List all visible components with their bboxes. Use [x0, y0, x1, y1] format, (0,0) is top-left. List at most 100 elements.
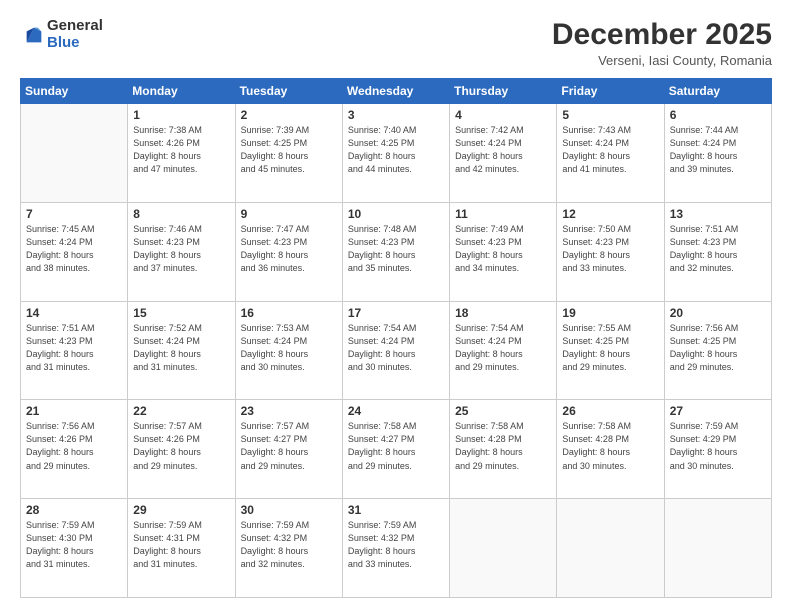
- table-row: 31Sunrise: 7:59 AMSunset: 4:32 PMDayligh…: [342, 499, 449, 598]
- table-row: 12Sunrise: 7:50 AMSunset: 4:23 PMDayligh…: [557, 202, 664, 301]
- day-number: 3: [348, 108, 444, 122]
- day-number: 10: [348, 207, 444, 221]
- day-number: 19: [562, 306, 658, 320]
- col-friday: Friday: [557, 79, 664, 104]
- logo-general-text: General: [47, 18, 103, 35]
- day-info: Sunrise: 7:54 AMSunset: 4:24 PMDaylight:…: [348, 322, 444, 374]
- logo-icon: [23, 24, 45, 46]
- week-row-2: 14 Sunrise: 7:51 AMSunset: 4:23 PMDayligh…: [21, 301, 772, 400]
- col-wednesday: Wednesday: [342, 79, 449, 104]
- table-row: 30 Sunrise: 7:59 AMSunset: 4:32 PMDayligh…: [235, 499, 342, 598]
- col-sunday: Sunday: [21, 79, 128, 104]
- logo: General Blue: [20, 18, 103, 51]
- day-info: Sunrise: 7:56 AMSunset: 4:26 PMDaylight:…: [26, 420, 122, 472]
- table-row: 23 Sunrise: 7:57 AMSunset: 4:27 PMDayligh…: [235, 400, 342, 499]
- day-number: 7: [26, 207, 122, 221]
- week-row-0: 1 Sunrise: 7:38 AMSunset: 4:26 PMDaylight…: [21, 104, 772, 203]
- day-info: Sunrise: 7:43 AMSunset: 4:24 PMDaylight:…: [562, 124, 658, 176]
- day-number: 1: [133, 108, 229, 122]
- day-number: 5: [562, 108, 658, 122]
- day-info: Sunrise: 7:56 AMSunset: 4:25 PMDaylight:…: [670, 322, 766, 374]
- table-row: 2 Sunrise: 7:39 AMSunset: 4:25 PMDaylight…: [235, 104, 342, 203]
- table-row: 15Sunrise: 7:52 AMSunset: 4:24 PMDayligh…: [128, 301, 235, 400]
- day-number: 26: [562, 404, 658, 418]
- day-info: Sunrise: 7:40 AMSunset: 4:25 PMDaylight:…: [348, 124, 444, 176]
- day-number: 28: [26, 503, 122, 517]
- col-tuesday: Tuesday: [235, 79, 342, 104]
- day-info: Sunrise: 7:59 AMSunset: 4:29 PMDaylight:…: [670, 420, 766, 472]
- day-info: Sunrise: 7:46 AMSunset: 4:23 PMDaylight:…: [133, 223, 229, 275]
- day-number: 23: [241, 404, 337, 418]
- day-number: 29: [133, 503, 229, 517]
- table-row: 17 Sunrise: 7:54 AMSunset: 4:24 PMDayligh…: [342, 301, 449, 400]
- table-row: 10 Sunrise: 7:48 AMSunset: 4:23 PMDayligh…: [342, 202, 449, 301]
- day-number: 9: [241, 207, 337, 221]
- location: Verseni, Iasi County, Romania: [552, 53, 772, 68]
- table-row: 4 Sunrise: 7:42 AMSunset: 4:24 PMDaylight…: [450, 104, 557, 203]
- table-row: 25Sunrise: 7:58 AMSunset: 4:28 PMDayligh…: [450, 400, 557, 499]
- day-info: Sunrise: 7:57 AMSunset: 4:27 PMDaylight:…: [241, 420, 337, 472]
- day-info: Sunrise: 7:55 AMSunset: 4:25 PMDaylight:…: [562, 322, 658, 374]
- header: General Blue December 2025 Verseni, Iasi…: [20, 18, 772, 68]
- table-row: [664, 499, 771, 598]
- table-row: 16 Sunrise: 7:53 AMSunset: 4:24 PMDayligh…: [235, 301, 342, 400]
- table-row: 14 Sunrise: 7:51 AMSunset: 4:23 PMDayligh…: [21, 301, 128, 400]
- day-number: 30: [241, 503, 337, 517]
- day-info: Sunrise: 7:51 AMSunset: 4:23 PMDaylight:…: [670, 223, 766, 275]
- day-number: 2: [241, 108, 337, 122]
- table-row: 3 Sunrise: 7:40 AMSunset: 4:25 PMDaylight…: [342, 104, 449, 203]
- day-info: Sunrise: 7:42 AMSunset: 4:24 PMDaylight:…: [455, 124, 551, 176]
- table-row: 11Sunrise: 7:49 AMSunset: 4:23 PMDayligh…: [450, 202, 557, 301]
- week-row-4: 28 Sunrise: 7:59 AMSunset: 4:30 PMDayligh…: [21, 499, 772, 598]
- table-row: 6Sunrise: 7:44 AMSunset: 4:24 PMDaylight…: [664, 104, 771, 203]
- header-row: Sunday Monday Tuesday Wednesday Thursday…: [21, 79, 772, 104]
- week-row-1: 7 Sunrise: 7:45 AMSunset: 4:24 PMDaylight…: [21, 202, 772, 301]
- calendar-table: Sunday Monday Tuesday Wednesday Thursday…: [20, 78, 772, 598]
- day-info: Sunrise: 7:39 AMSunset: 4:25 PMDaylight:…: [241, 124, 337, 176]
- table-row: 8 Sunrise: 7:46 AMSunset: 4:23 PMDaylight…: [128, 202, 235, 301]
- table-row: 24 Sunrise: 7:58 AMSunset: 4:27 PMDayligh…: [342, 400, 449, 499]
- day-number: 27: [670, 404, 766, 418]
- day-number: 6: [670, 108, 766, 122]
- day-number: 13: [670, 207, 766, 221]
- day-number: 22: [133, 404, 229, 418]
- day-info: Sunrise: 7:53 AMSunset: 4:24 PMDaylight:…: [241, 322, 337, 374]
- logo-blue-text: Blue: [47, 35, 103, 52]
- day-info: Sunrise: 7:59 AMSunset: 4:32 PMDaylight:…: [348, 519, 444, 571]
- table-row: 29Sunrise: 7:59 AMSunset: 4:31 PMDayligh…: [128, 499, 235, 598]
- day-info: Sunrise: 7:58 AMSunset: 4:27 PMDaylight:…: [348, 420, 444, 472]
- day-info: Sunrise: 7:58 AMSunset: 4:28 PMDaylight:…: [562, 420, 658, 472]
- table-row: 7 Sunrise: 7:45 AMSunset: 4:24 PMDaylight…: [21, 202, 128, 301]
- table-row: 18Sunrise: 7:54 AMSunset: 4:24 PMDayligh…: [450, 301, 557, 400]
- day-number: 16: [241, 306, 337, 320]
- day-info: Sunrise: 7:47 AMSunset: 4:23 PMDaylight:…: [241, 223, 337, 275]
- day-number: 8: [133, 207, 229, 221]
- table-row: 5 Sunrise: 7:43 AMSunset: 4:24 PMDaylight…: [557, 104, 664, 203]
- day-info: Sunrise: 7:49 AMSunset: 4:23 PMDaylight:…: [455, 223, 551, 275]
- day-number: 4: [455, 108, 551, 122]
- table-row: [21, 104, 128, 203]
- day-number: 14: [26, 306, 122, 320]
- title-block: December 2025 Verseni, Iasi County, Roma…: [552, 18, 772, 68]
- day-number: 17: [348, 306, 444, 320]
- day-info: Sunrise: 7:38 AMSunset: 4:26 PMDaylight:…: [133, 124, 229, 176]
- day-number: 24: [348, 404, 444, 418]
- table-row: 22 Sunrise: 7:57 AMSunset: 4:26 PMDayligh…: [128, 400, 235, 499]
- col-thursday: Thursday: [450, 79, 557, 104]
- week-row-3: 21 Sunrise: 7:56 AMSunset: 4:26 PMDayligh…: [21, 400, 772, 499]
- table-row: 21 Sunrise: 7:56 AMSunset: 4:26 PMDayligh…: [21, 400, 128, 499]
- table-row: [450, 499, 557, 598]
- day-info: Sunrise: 7:57 AMSunset: 4:26 PMDaylight:…: [133, 420, 229, 472]
- day-info: Sunrise: 7:51 AMSunset: 4:23 PMDaylight:…: [26, 322, 122, 374]
- table-row: 27 Sunrise: 7:59 AMSunset: 4:29 PMDayligh…: [664, 400, 771, 499]
- day-number: 21: [26, 404, 122, 418]
- month-title: December 2025: [552, 18, 772, 51]
- day-info: Sunrise: 7:48 AMSunset: 4:23 PMDaylight:…: [348, 223, 444, 275]
- table-row: 1 Sunrise: 7:38 AMSunset: 4:26 PMDaylight…: [128, 104, 235, 203]
- day-number: 12: [562, 207, 658, 221]
- day-info: Sunrise: 7:59 AMSunset: 4:32 PMDaylight:…: [241, 519, 337, 571]
- day-info: Sunrise: 7:45 AMSunset: 4:24 PMDaylight:…: [26, 223, 122, 275]
- day-info: Sunrise: 7:59 AMSunset: 4:30 PMDaylight:…: [26, 519, 122, 571]
- day-number: 15: [133, 306, 229, 320]
- day-info: Sunrise: 7:58 AMSunset: 4:28 PMDaylight:…: [455, 420, 551, 472]
